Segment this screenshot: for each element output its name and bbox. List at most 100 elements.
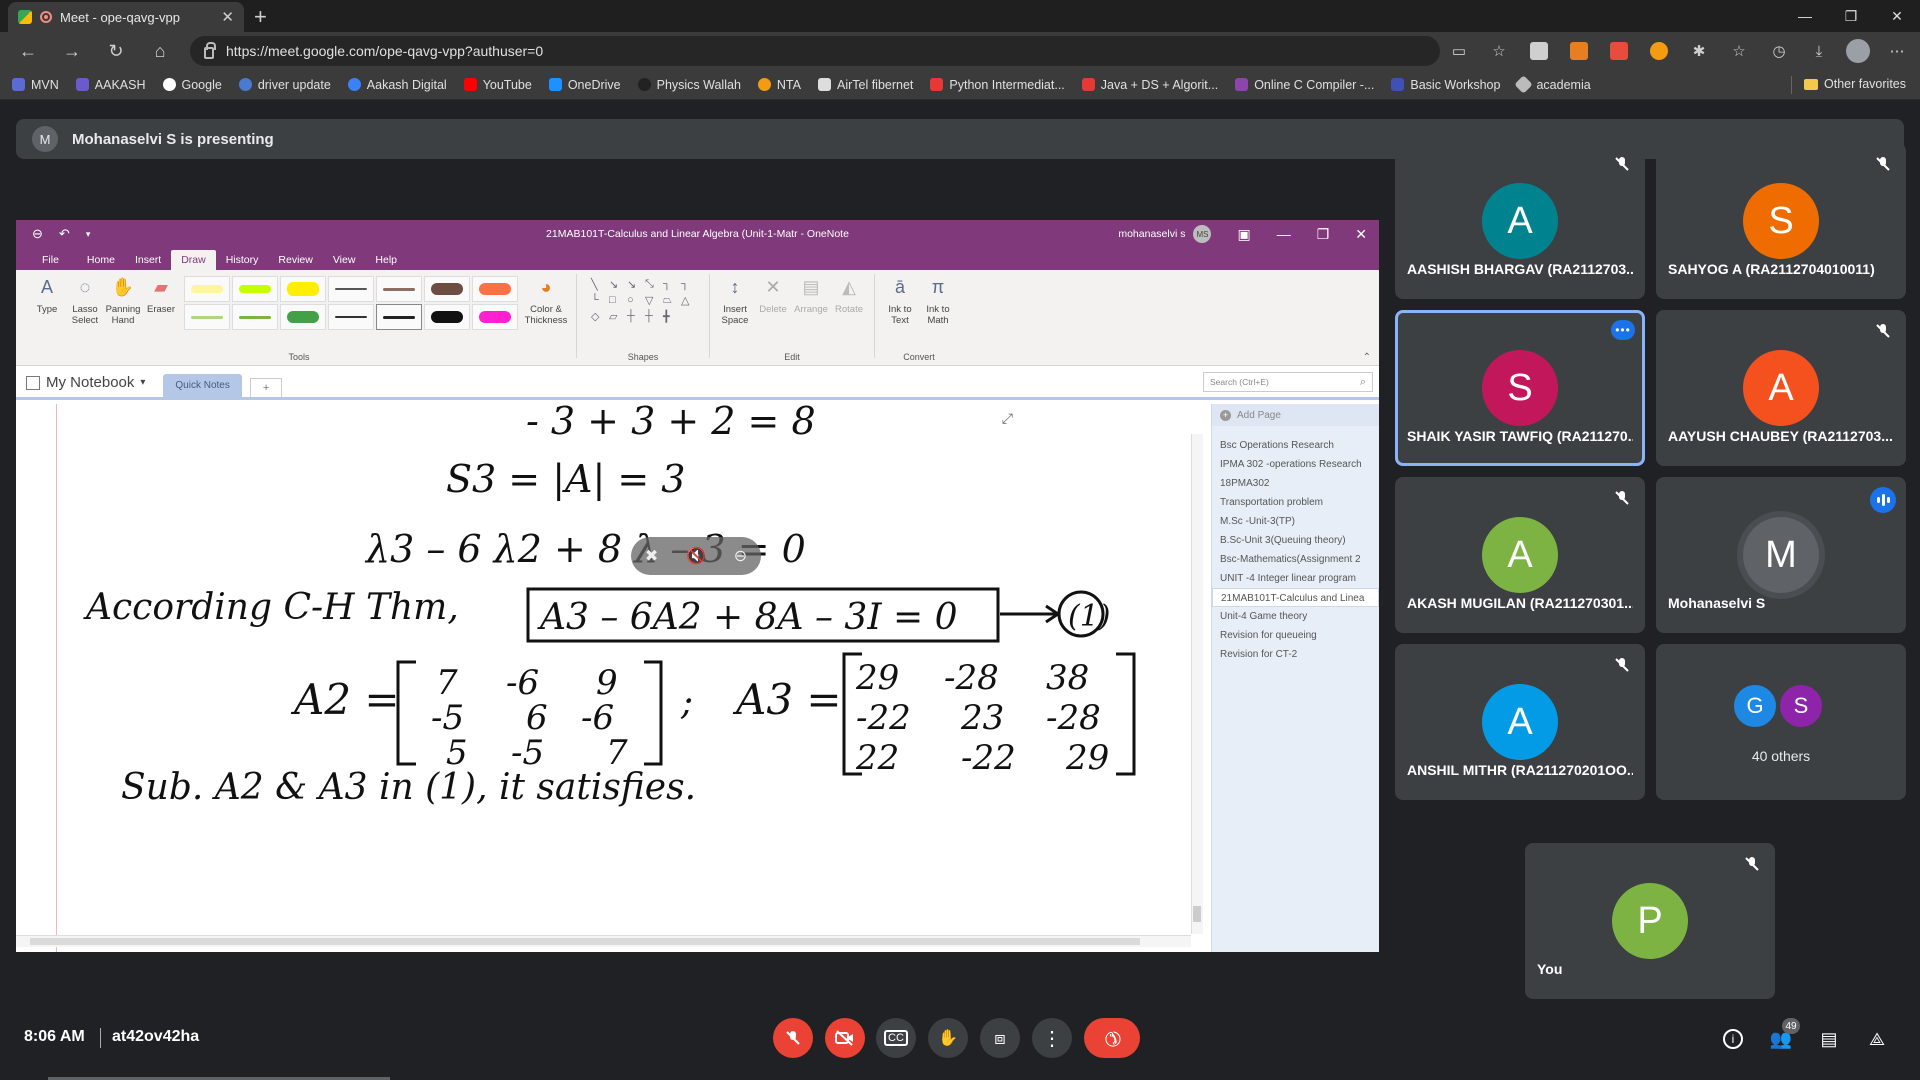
more-options-button[interactable]: ⋮ (1032, 1018, 1072, 1058)
axes-shape-icon: ╋ (663, 311, 670, 323)
profile-avatar[interactable] (1846, 39, 1870, 63)
extension-icon[interactable] (1526, 38, 1552, 64)
ink-to-text-tool: ā Ink to Text (881, 274, 919, 358)
arrow-shape-icon: ↘ (609, 279, 619, 291)
new-tab-icon[interactable]: + (254, 4, 267, 30)
people-button[interactable]: 👥 49 (1766, 1018, 1800, 1054)
matrix-cell: -5 (431, 698, 464, 738)
meeting-info-button[interactable]: i (1718, 1024, 1748, 1054)
home-icon[interactable]: ⌂ (146, 38, 174, 64)
participant-tile[interactable]: A AASHISH BHARGAV (RA2112703... (1395, 143, 1645, 299)
mic-off-icon (1876, 324, 1890, 338)
others-tile[interactable]: G S 40 others (1656, 644, 1906, 800)
mic-toggle-button[interactable] (773, 1018, 813, 1058)
minimize-icon[interactable]: — (1782, 0, 1828, 32)
participant-tile[interactable]: S SAHYOG A (RA2112704010011) (1656, 143, 1906, 299)
activities-button[interactable]: ⟁ (1862, 1024, 1892, 1054)
divider (100, 1028, 101, 1048)
participant-tile[interactable]: S SHAIK YASIR TAWFIQ (RA211270... ••• (1395, 310, 1645, 466)
insert-space-icon: ↕ (730, 276, 740, 297)
bookmark[interactable]: Aakash Digital (347, 78, 447, 92)
participant-name: SHAIK YASIR TAWFIQ (RA211270... (1407, 428, 1633, 444)
extension-icon[interactable] (1566, 38, 1592, 64)
bookmark[interactable]: Online C Compiler -... (1235, 78, 1374, 92)
camera-toggle-button[interactable] (825, 1018, 865, 1058)
browser-tab[interactable]: Meet - ope-qavg-vpp ✕ (8, 2, 244, 32)
bookmark[interactable]: driver update (238, 78, 331, 92)
speaking-indicator-icon (1870, 487, 1896, 513)
favorites-icon[interactable]: ☆ (1726, 38, 1752, 64)
more-menu-icon[interactable]: ⋯ (1884, 38, 1910, 64)
participant-tile[interactable]: A AKASH MUGILAN (RA211270301... (1395, 477, 1645, 633)
shapes-gallery: ╲ ↘ ↘ ⤡ ┐ ┐ └ □ ○ ▽ ⏢ △ ◇ ▱ ┼ ┼ ╋ (591, 278, 695, 354)
end-call-button[interactable]: ✆ (1084, 1018, 1140, 1058)
other-favorites[interactable]: Other favorites (1804, 77, 1906, 91)
self-tile[interactable]: P You (1525, 843, 1775, 999)
participant-name: AKASH MUGILAN (RA211270301... (1407, 595, 1633, 611)
ink-line: (1) (1068, 599, 1111, 634)
semicolon: ; (680, 682, 693, 723)
panning-tool: ✋ Panning Hand (104, 274, 142, 358)
raise-hand-button[interactable]: ✋ (928, 1018, 968, 1058)
pen-swatch (376, 304, 422, 330)
others-avatar: G (1732, 683, 1778, 729)
extensions-puzzle-icon[interactable]: ✱ (1686, 38, 1712, 64)
back-icon[interactable]: ← (14, 38, 42, 64)
bookmark[interactable]: academia (1514, 75, 1591, 94)
participant-tile[interactable]: M Mohanaselvi S (1656, 477, 1906, 633)
close-tab-icon[interactable]: ✕ (221, 8, 234, 26)
bookmark[interactable]: OneDrive (548, 78, 621, 92)
forward-icon[interactable]: → (58, 38, 86, 64)
present-button[interactable]: ⧈ (980, 1018, 1020, 1058)
restore-icon[interactable]: ❐ (1828, 0, 1874, 32)
folder-icon (1804, 78, 1819, 90)
bookmark[interactable]: Physics Wallah (637, 78, 741, 92)
others-count: 40 others (1751, 748, 1811, 764)
meeting-time: 8:06 AM (24, 1028, 85, 1045)
google-icon (162, 78, 176, 91)
favorite-star-icon[interactable]: ☆ (1486, 38, 1512, 64)
ink-line: - 3 + 3 + 2 = 8 (526, 404, 816, 443)
participant-avatar: A (1482, 684, 1558, 760)
bookmark[interactable]: Google (162, 78, 222, 92)
bookmark[interactable]: AAKASH (75, 78, 146, 92)
bookmark[interactable]: AirTel fibernet (817, 78, 913, 92)
present-icon: ⧈ (994, 1027, 1006, 1048)
more-options-icon[interactable]: ••• (1611, 320, 1635, 340)
refresh-icon[interactable]: ↻ (102, 38, 130, 64)
pen-swatch (328, 304, 374, 330)
chat-button[interactable]: ▤ (1814, 1024, 1844, 1054)
bookmark-icon (12, 78, 25, 91)
bookmark[interactable]: Java + DS + Algorit... (1081, 78, 1218, 92)
url-field[interactable]: https://meet.google.com/ope-qavg-vpp?aut… (190, 36, 1440, 66)
matrix-cell: -22 (856, 698, 911, 738)
menu-home: Home (86, 254, 115, 266)
url-text: https://meet.google.com/ope-qavg-vpp?aut… (226, 43, 544, 59)
camera-icon[interactable]: ▭ (1446, 38, 1472, 64)
matrix-cell: -6 (581, 698, 614, 738)
menu-insert: Insert (134, 254, 162, 266)
bookmark[interactable]: MVN (12, 78, 59, 92)
bookmark[interactable]: Basic Workshop (1391, 78, 1500, 92)
page-list: + Add Page Bsc Operations Research IPMA … (1211, 404, 1379, 952)
download-icon[interactable]: ⤓ (1806, 38, 1832, 64)
vertical-scrollbar (1191, 434, 1203, 934)
bookmark[interactable]: NTA (757, 78, 801, 92)
youtube-icon (930, 78, 944, 91)
presenting-text: Mohanaselvi S is presenting (72, 130, 274, 148)
matrix-cell: -6 (506, 663, 539, 703)
matrix-bracket (396, 660, 416, 766)
participant-tile[interactable]: A AAYUSH CHAUBEY (RA2112703... (1656, 310, 1906, 466)
history-icon[interactable]: ◷ (1766, 38, 1792, 64)
bookmark[interactable]: Python Intermediat... (930, 78, 1065, 92)
participant-name: AAYUSH CHAUBEY (RA2112703... (1668, 428, 1893, 444)
ink-line: A3 = (732, 675, 842, 724)
bookmark[interactable]: YouTube (463, 78, 532, 92)
add-page-button: + Add Page (1212, 404, 1379, 426)
rect-shape-icon: □ (609, 294, 616, 306)
captions-button[interactable]: CC (876, 1018, 916, 1058)
extension-icon[interactable] (1646, 38, 1672, 64)
close-window-icon[interactable]: ✕ (1874, 0, 1920, 32)
participant-tile[interactable]: A ANSHIL MITHR (RA211270201OO... (1395, 644, 1645, 800)
extension-icon[interactable] (1606, 38, 1632, 64)
